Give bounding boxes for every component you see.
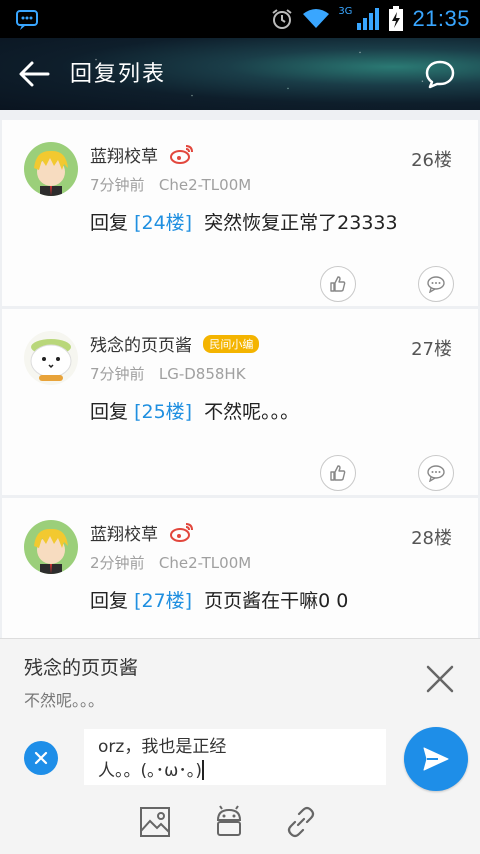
reply-text: 回复 [24楼] 突然恢复正常了23333 bbox=[90, 212, 398, 234]
avatar[interactable] bbox=[24, 142, 78, 196]
quoted-text: 不然呢。。。 bbox=[24, 691, 105, 710]
thumbs-up-icon bbox=[330, 465, 346, 481]
floor-link[interactable]: [24楼] bbox=[134, 212, 192, 234]
weibo-icon bbox=[170, 145, 194, 164]
reply-meta: 7分钟前 LG-D858HK bbox=[90, 365, 246, 383]
wifi-icon bbox=[303, 9, 330, 28]
reply-card: 蓝翔校草 2分钟前 Che2-TL00M 28楼 回复 [27楼] 页页酱在干嘛… bbox=[2, 498, 478, 640]
quoted-username: 残念的页页酱 bbox=[24, 657, 139, 679]
reply-input[interactable]: orz，我也是正经 人。。(｡･ω･｡) bbox=[84, 729, 386, 785]
battery-charging-icon bbox=[389, 6, 404, 31]
signal-icon bbox=[357, 8, 380, 30]
close-icon bbox=[34, 751, 48, 765]
floor-link[interactable]: [25楼] bbox=[134, 401, 192, 423]
app-bar: 回复列表 bbox=[0, 38, 480, 110]
text-cursor bbox=[202, 760, 205, 780]
chat-bubble-icon[interactable] bbox=[424, 58, 456, 90]
status-bar: 3G 21:35 bbox=[0, 0, 480, 38]
floor-number: 28楼 bbox=[411, 528, 452, 549]
reply-text: 回复 [25楼] 不然呢。。。 bbox=[90, 401, 300, 423]
link-icon[interactable] bbox=[284, 805, 318, 839]
comment-icon bbox=[427, 276, 445, 293]
android-icon[interactable] bbox=[212, 805, 246, 839]
weibo-icon bbox=[170, 523, 194, 542]
notification-chat-icon bbox=[16, 10, 38, 30]
role-badge: 民间小编 bbox=[203, 335, 260, 353]
like-button[interactable] bbox=[320, 455, 356, 491]
reply-composer: 残念的页页酱 不然呢。。。 orz，我也是正经 人。。(｡･ω･｡) bbox=[0, 638, 480, 854]
arrow-left-icon[interactable] bbox=[16, 58, 52, 90]
close-icon[interactable] bbox=[424, 663, 456, 695]
username[interactable]: 残念的页页酱 民间小编 bbox=[90, 331, 260, 356]
reply-card: 残念的页页酱 民间小编 7分钟前 LG-D858HK 27楼 回复 [25楼] … bbox=[2, 309, 478, 495]
username[interactable]: 蓝翔校草 bbox=[90, 520, 195, 545]
comment-button[interactable] bbox=[418, 266, 454, 302]
floor-number: 27楼 bbox=[411, 339, 452, 360]
comment-button[interactable] bbox=[418, 455, 454, 491]
clock: 21:35 bbox=[412, 6, 470, 31]
reply-input-text: orz，我也是正经 人。。(｡･ω･｡) bbox=[98, 737, 227, 781]
thumbs-up-icon bbox=[330, 276, 346, 292]
page-title: 回复列表 bbox=[70, 62, 167, 87]
floor-number: 26楼 bbox=[411, 150, 452, 171]
send-icon bbox=[423, 747, 449, 771]
send-button[interactable] bbox=[404, 727, 468, 791]
alarm-icon bbox=[272, 9, 292, 29]
username[interactable]: 蓝翔校草 bbox=[90, 142, 195, 167]
image-icon[interactable] bbox=[138, 805, 172, 839]
avatar[interactable] bbox=[24, 331, 78, 385]
reply-meta: 7分钟前 Che2-TL00M bbox=[90, 176, 252, 194]
comment-icon bbox=[427, 465, 445, 482]
network-type: 3G bbox=[338, 5, 353, 17]
floor-link[interactable]: [27楼] bbox=[134, 590, 192, 612]
reply-card: 蓝翔校草 7分钟前 Che2-TL00M 26楼 回复 [24楼] 突然恢复正常… bbox=[2, 120, 478, 306]
reply-text: 回复 [27楼] 页页酱在干嘛0 0 bbox=[90, 590, 349, 612]
like-button[interactable] bbox=[320, 266, 356, 302]
avatar[interactable] bbox=[24, 520, 78, 574]
reply-list[interactable]: 蓝翔校草 7分钟前 Che2-TL00M 26楼 回复 [24楼] 突然恢复正常… bbox=[0, 110, 480, 640]
reply-meta: 2分钟前 Che2-TL00M bbox=[90, 554, 252, 572]
clear-input-button[interactable] bbox=[24, 741, 58, 775]
